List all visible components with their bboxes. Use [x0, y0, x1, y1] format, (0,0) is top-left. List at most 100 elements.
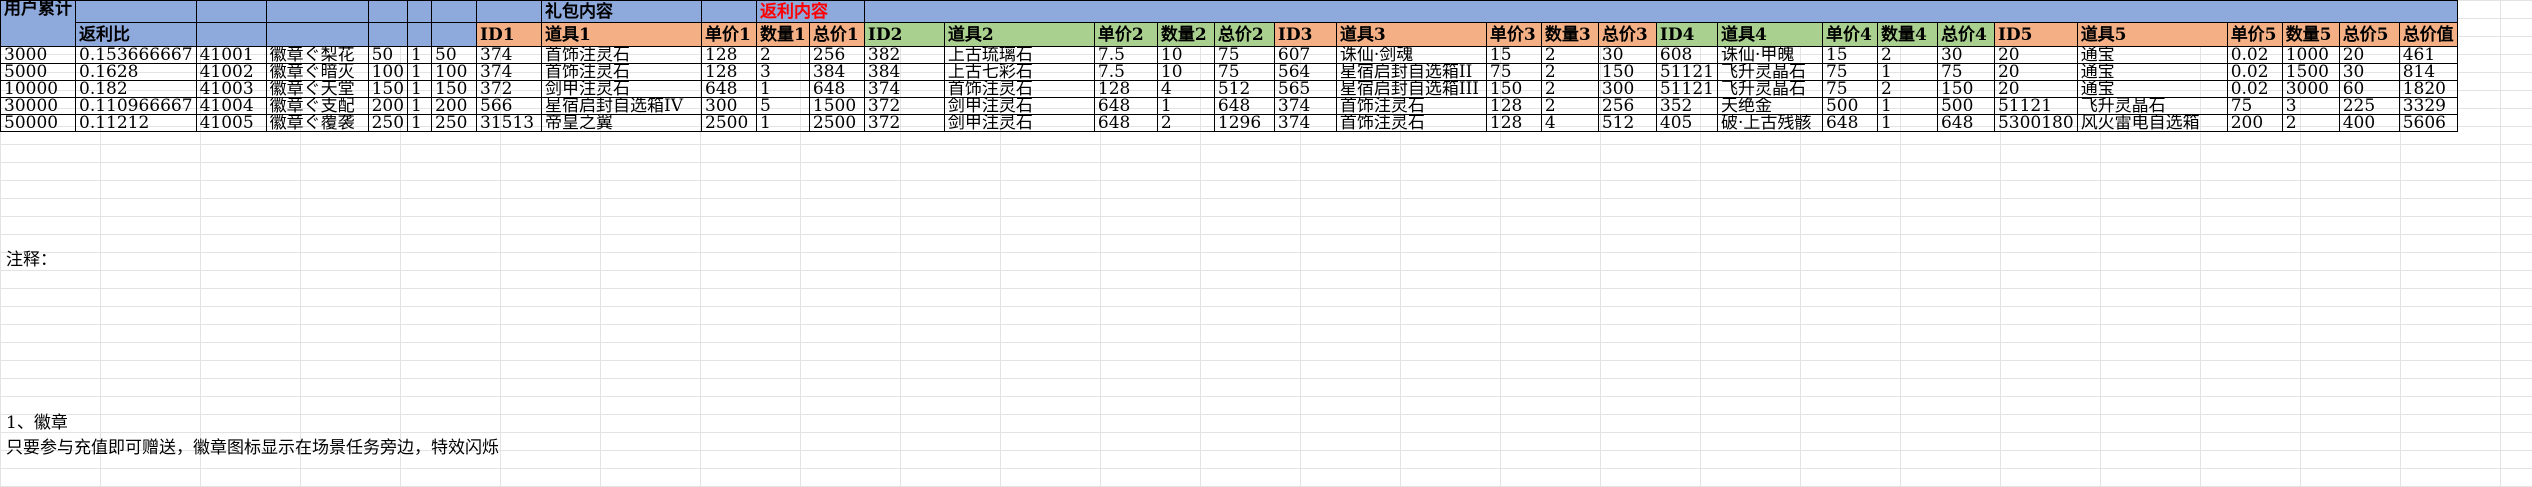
- table-cell[interactable]: 1500: [808, 97, 865, 115]
- table-cell[interactable]: 31513: [476, 114, 543, 132]
- table-cell[interactable]: 500: [1821, 97, 1878, 115]
- table-cell[interactable]: 200: [367, 97, 409, 115]
- table-cell[interactable]: 60: [2338, 80, 2400, 98]
- column-header[interactable]: 数量1: [756, 22, 810, 47]
- column-header[interactable]: 道具5: [2076, 22, 2228, 47]
- table-cell[interactable]: 1: [756, 114, 810, 132]
- table-cell[interactable]: 通宝: [2076, 80, 2228, 98]
- table-cell[interactable]: 徽章ぐ覆袭: [265, 114, 369, 132]
- table-cell[interactable]: 41001: [195, 46, 267, 64]
- table-cell[interactable]: 风火雷电自选箱: [2076, 114, 2228, 132]
- table-cell[interactable]: 10: [1156, 63, 1215, 81]
- column-header[interactable]: 总价2: [1213, 22, 1275, 47]
- table-cell[interactable]: 1: [1876, 97, 1938, 115]
- table-cell[interactable]: 2: [1156, 114, 1215, 132]
- table-cell[interactable]: 上古七彩石: [943, 63, 1095, 81]
- table-cell[interactable]: 诛仙·剑魂: [1335, 46, 1487, 64]
- table-cell[interactable]: 1000: [2281, 46, 2340, 64]
- header-blank-2c[interactable]: [195, 22, 267, 47]
- table-cell[interactable]: 通宝: [2076, 63, 2228, 81]
- table-cell[interactable]: 2: [1540, 46, 1599, 64]
- table-cell[interactable]: 648: [1213, 97, 1275, 115]
- table-cell[interactable]: 首饰注灵石: [1335, 114, 1487, 132]
- table-cell[interactable]: 150: [1597, 63, 1657, 81]
- header-blank-h[interactable]: [476, 0, 543, 23]
- table-cell[interactable]: 41005: [195, 114, 267, 132]
- table-cell[interactable]: 0.02: [2226, 46, 2283, 64]
- table-cell[interactable]: 3000: [0, 46, 76, 64]
- table-cell[interactable]: 51121: [1655, 80, 1718, 98]
- header-user-total[interactable]: 用户累计: [0, 0, 76, 47]
- table-cell[interactable]: 150: [1936, 80, 1995, 98]
- column-header[interactable]: 道具2: [943, 22, 1095, 47]
- column-header[interactable]: 单价3: [1485, 22, 1542, 47]
- table-cell[interactable]: 30: [1936, 46, 1995, 64]
- table-cell[interactable]: 607: [1273, 46, 1337, 64]
- table-cell[interactable]: 星宿启封自选箱IV: [541, 97, 703, 115]
- table-cell[interactable]: 500: [1936, 97, 1995, 115]
- table-cell[interactable]: 首饰注灵石: [541, 46, 703, 64]
- column-header[interactable]: 道具1: [541, 22, 703, 47]
- table-cell[interactable]: 50000: [0, 114, 76, 132]
- table-cell[interactable]: 0.02: [2226, 80, 2283, 98]
- table-cell[interactable]: 剑甲注灵石: [943, 97, 1095, 115]
- header-blank-g[interactable]: [431, 0, 478, 23]
- table-cell[interactable]: 648: [1093, 114, 1158, 132]
- table-cell[interactable]: 75: [1821, 63, 1878, 81]
- table-cell[interactable]: 75: [1485, 63, 1542, 81]
- table-cell[interactable]: 0.182: [75, 80, 197, 98]
- table-cell[interactable]: 0.1628: [75, 63, 197, 81]
- table-cell[interactable]: 51121: [1993, 97, 2078, 115]
- table-cell[interactable]: 75: [1821, 80, 1878, 98]
- table-cell[interactable]: 2: [1876, 46, 1938, 64]
- table-cell[interactable]: 1: [1156, 97, 1215, 115]
- column-header[interactable]: 道具4: [1716, 22, 1823, 47]
- table-cell[interactable]: 飞升灵晶石: [1716, 80, 1823, 98]
- table-cell[interactable]: 2: [1540, 97, 1599, 115]
- table-cell[interactable]: 1820: [2398, 80, 2458, 98]
- table-cell[interactable]: 405: [1655, 114, 1718, 132]
- table-cell[interactable]: 徽章ぐ天堂: [265, 80, 369, 98]
- table-cell[interactable]: 256: [1597, 97, 1657, 115]
- column-header[interactable]: 总价3: [1597, 22, 1657, 47]
- rebate-section-title[interactable]: 返利内容: [756, 0, 865, 23]
- table-cell[interactable]: 50: [431, 46, 478, 64]
- table-cell[interactable]: 破·上古残骸: [1716, 114, 1823, 132]
- column-header[interactable]: 数量5: [2281, 22, 2340, 47]
- table-cell[interactable]: 128: [701, 63, 758, 81]
- table-cell[interactable]: 51121: [1655, 63, 1718, 81]
- table-cell[interactable]: 0.153666667: [75, 46, 197, 64]
- table-cell[interactable]: 7.5: [1093, 63, 1158, 81]
- table-cell[interactable]: 41002: [195, 63, 267, 81]
- header-blank-e[interactable]: [367, 0, 409, 23]
- table-cell[interactable]: 4: [1540, 114, 1599, 132]
- table-cell[interactable]: 608: [1655, 46, 1718, 64]
- table-cell[interactable]: 1: [407, 46, 433, 64]
- table-cell[interactable]: 上古琉璃石: [943, 46, 1095, 64]
- table-cell[interactable]: 374: [476, 63, 543, 81]
- table-cell[interactable]: 50: [367, 46, 409, 64]
- table-cell[interactable]: 1: [407, 97, 433, 115]
- table-cell[interactable]: 512: [1213, 80, 1275, 98]
- header-blank-2e[interactable]: [367, 22, 409, 47]
- column-header[interactable]: ID3: [1273, 22, 1337, 47]
- table-cell[interactable]: 565: [1273, 80, 1337, 98]
- table-cell[interactable]: 5000: [0, 63, 76, 81]
- table-cell[interactable]: 400: [2338, 114, 2400, 132]
- table-cell[interactable]: 75: [1213, 63, 1275, 81]
- table-cell[interactable]: 374: [863, 80, 945, 98]
- table-cell[interactable]: 384: [808, 63, 865, 81]
- table-cell[interactable]: 1: [1876, 63, 1938, 81]
- table-cell[interactable]: 1: [756, 80, 810, 98]
- table-cell[interactable]: 5300180: [1993, 114, 2078, 132]
- table-cell[interactable]: 20: [1993, 63, 2078, 81]
- table-cell[interactable]: 374: [1273, 97, 1337, 115]
- table-cell[interactable]: 384: [863, 63, 945, 81]
- table-cell[interactable]: 15: [1821, 46, 1878, 64]
- header-blank-2d[interactable]: [265, 22, 369, 47]
- header-blank-j[interactable]: [701, 0, 758, 23]
- table-cell[interactable]: 2500: [701, 114, 758, 132]
- table-cell[interactable]: 2: [1876, 80, 1938, 98]
- table-cell[interactable]: 徽章ぐ暗灭: [265, 63, 369, 81]
- column-header[interactable]: 数量4: [1876, 22, 1938, 47]
